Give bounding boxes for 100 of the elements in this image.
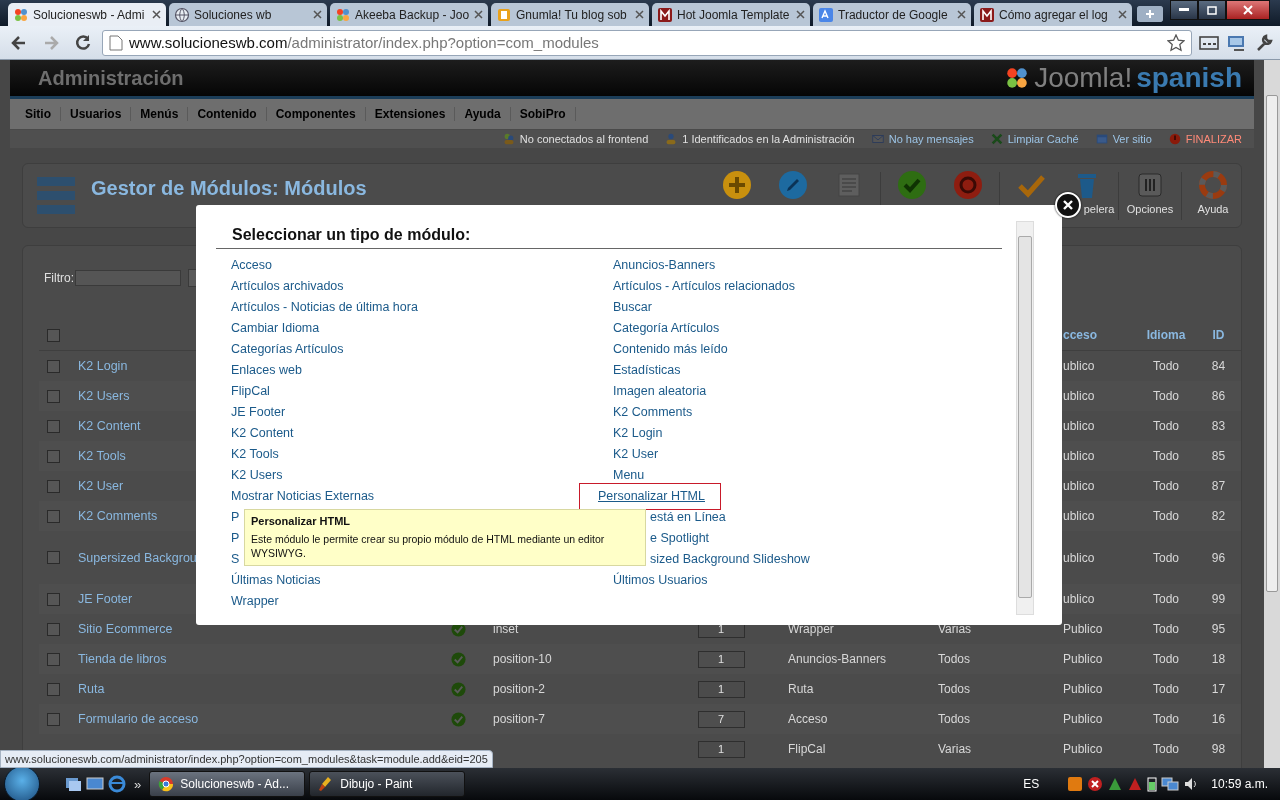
row-checkbox[interactable] <box>47 712 60 726</box>
order-field[interactable]: 1 <box>697 740 745 758</box>
dialog-scrollbar[interactable] <box>1016 221 1034 615</box>
module-name-link[interactable]: Sitio Ecommerce <box>71 622 431 636</box>
close-icon[interactable] <box>796 10 805 19</box>
menu-item[interactable]: Usuarios <box>61 107 132 121</box>
row-checkbox[interactable] <box>47 622 60 636</box>
module-type-link[interactable]: Wrapper <box>216 591 279 612</box>
status-link[interactable]: FINALIZAR <box>1167 132 1242 146</box>
module-type-link[interactable]: Artículos - Artículos relacionados <box>598 276 796 297</box>
row-checkbox[interactable] <box>47 509 60 523</box>
module-type-link[interactable]: K2 Comments <box>598 402 693 423</box>
order-field[interactable]: 1 <box>697 650 745 668</box>
status-link[interactable]: Limpiar Caché <box>989 132 1079 146</box>
module-type-link[interactable]: Mostrar Noticias Externas <box>216 486 375 507</box>
close-icon[interactable] <box>1118 10 1127 19</box>
module-type-link[interactable]: Enlaces web <box>216 360 302 381</box>
star-icon[interactable] <box>1167 33 1185 52</box>
browser-tab[interactable]: Hot Joomla Template <box>652 3 810 26</box>
row-checkbox[interactable] <box>47 419 60 433</box>
toolbar-button[interactable]: Ayuda <box>1185 164 1241 220</box>
browser-tab[interactable]: Cómo agregar el log <box>974 3 1132 26</box>
network-icon[interactable] <box>1161 776 1180 792</box>
page-scrollbar[interactable] <box>1264 60 1280 768</box>
toolbar-button[interactable]: Opciones <box>1122 164 1178 220</box>
row-checkbox[interactable] <box>47 551 60 564</box>
module-type-link[interactable]: K2 Users <box>216 465 283 486</box>
module-type-link[interactable]: Estadísticas <box>598 360 681 381</box>
filter-field[interactable] <box>75 270 181 286</box>
module-type-link[interactable]: K2 Tools <box>216 444 279 465</box>
menu-item[interactable]: Sitio <box>16 107 61 121</box>
column-header[interactable]: ID <box>1201 328 1236 342</box>
menu-item[interactable]: Contenido <box>188 107 267 121</box>
module-type-link[interactable]: Anuncios-Banners <box>598 255 716 276</box>
menu-item[interactable]: SobiPro <box>510 107 576 121</box>
browser-icon[interactable] <box>108 775 126 793</box>
module-type-link[interactable]: Categorías Artículos <box>216 339 344 360</box>
menu-item[interactable]: Ayuda <box>455 107 511 121</box>
status-link[interactable]: No conectados al frontend <box>501 132 649 146</box>
minimize-button[interactable] <box>1170 0 1198 20</box>
menu-item[interactable]: Menús <box>131 107 189 121</box>
module-type-link[interactable]: JE Footer <box>216 402 286 423</box>
browser-tab[interactable]: Gnumla! Tu blog sob <box>491 3 649 26</box>
start-button[interactable] <box>4 766 40 800</box>
module-name-link[interactable]: Ruta <box>71 682 431 696</box>
desktop-icon[interactable] <box>86 775 104 793</box>
taskbar-button[interactable]: Solucioneswb - Ad... <box>149 771 306 797</box>
window-switcher-icon[interactable] <box>64 775 82 793</box>
row-checkbox[interactable] <box>47 359 60 373</box>
close-icon[interactable] <box>957 10 966 19</box>
module-type-link[interactable]: Cambiar Idioma <box>216 318 320 339</box>
clock[interactable]: 10:59 a.m. <box>1211 777 1268 791</box>
page-menu-icon[interactable] <box>1198 33 1220 52</box>
order-field[interactable]: 7 <box>697 710 745 728</box>
row-checkbox[interactable] <box>47 389 60 403</box>
row-checkbox[interactable] <box>47 479 60 493</box>
browser-tab[interactable]: Akeeba Backup - Joo <box>330 3 488 26</box>
order-field[interactable]: 1 <box>697 680 745 698</box>
module-type-link[interactable]: Categoría Artículos <box>598 318 720 339</box>
close-button[interactable] <box>1226 0 1270 20</box>
select-all-checkbox[interactable] <box>47 328 60 342</box>
menu-item[interactable]: Extensiones <box>365 107 456 121</box>
published-check-icon[interactable] <box>451 681 466 697</box>
module-type-link[interactable]: Artículos archivados <box>216 276 344 297</box>
module-name-link[interactable]: Tienda de libros <box>71 652 431 666</box>
browser-tab[interactable]: Solucioneswb - Admi <box>8 3 166 26</box>
module-type-link[interactable]: Últimas Noticias <box>216 570 321 591</box>
module-type-link[interactable]: Últimos Usuarios <box>598 570 708 591</box>
module-type-link[interactable]: K2 Login <box>598 423 663 444</box>
tray-icon[interactable] <box>1067 776 1084 792</box>
module-type-link[interactable]: Personalizar HTML <box>580 484 720 509</box>
status-link[interactable]: No hay mensajes <box>870 132 974 146</box>
battery-icon[interactable] <box>1147 776 1158 792</box>
status-link[interactable]: 1 Identificados en la Administración <box>664 132 855 146</box>
row-checkbox[interactable] <box>47 652 60 666</box>
tray-icon[interactable] <box>1087 776 1104 792</box>
module-type-link[interactable]: Imagen aleatoria <box>598 381 707 402</box>
module-type-link[interactable]: Artículos - Noticias de última hora <box>216 297 418 318</box>
row-checkbox[interactable] <box>47 682 60 696</box>
published-check-icon[interactable] <box>451 651 466 667</box>
close-icon[interactable] <box>152 10 161 19</box>
more-toolbars[interactable]: » <box>134 776 142 792</box>
module-type-link[interactable]: K2 Content <box>216 423 294 444</box>
language-indicator[interactable]: ES <box>1023 777 1040 791</box>
published-check-icon[interactable] <box>451 711 466 727</box>
module-type-link[interactable]: P <box>216 528 240 549</box>
close-icon[interactable] <box>635 10 644 19</box>
address-bar[interactable]: www.solucioneswb.com/administrator/index.php?option=com_modules <box>102 29 1192 56</box>
row-checkbox[interactable] <box>47 592 60 606</box>
close-icon[interactable] <box>313 10 322 19</box>
module-type-link[interactable]: K2 User <box>598 444 659 465</box>
browser-tab[interactable]: Soluciones wb <box>169 3 327 26</box>
taskbar-button[interactable]: Dibujo - Paint <box>309 771 466 797</box>
module-type-link[interactable]: Contenido más leído <box>598 339 728 360</box>
column-header[interactable]: Idioma <box>1131 328 1201 342</box>
module-name-link[interactable]: Formulario de acceso <box>71 712 431 726</box>
module-type-link[interactable]: FlipCal <box>216 381 270 402</box>
module-type-link[interactable]: P <box>216 507 240 528</box>
browser-tab[interactable]: Traductor de Google <box>813 3 971 26</box>
close-icon[interactable] <box>474 10 483 19</box>
